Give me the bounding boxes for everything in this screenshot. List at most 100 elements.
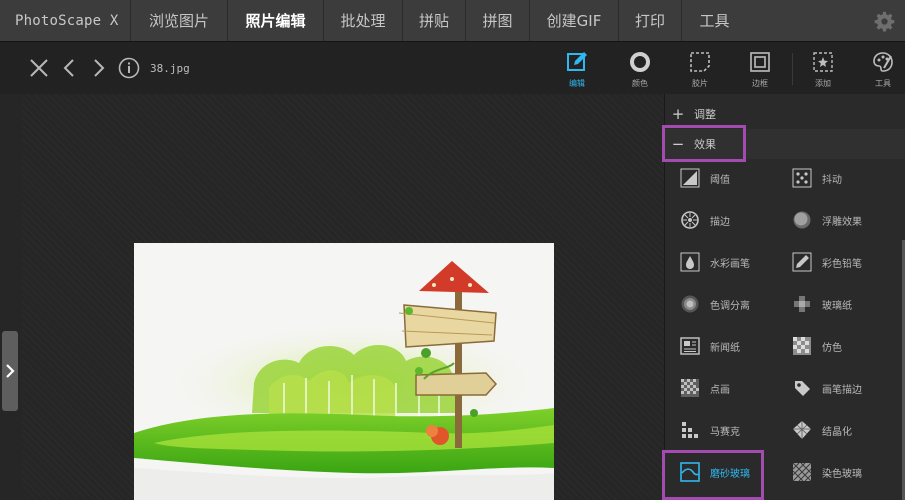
tool-frame-button[interactable]: 边框 — [735, 47, 785, 91]
tool-add-button[interactable]: 添加 — [798, 47, 848, 91]
effect-threshold[interactable]: 阈值 — [665, 161, 783, 195]
close-button[interactable] — [24, 56, 54, 80]
tool-tools-button[interactable]: 工具 — [858, 47, 905, 91]
tab-label: 拼贴 — [418, 12, 449, 30]
effect-label: 结晶化 — [822, 426, 852, 438]
left-panel-strip — [0, 94, 22, 500]
tab-label: 照片编辑 — [245, 12, 306, 30]
emboss-icon — [791, 209, 813, 231]
effect-crystallize[interactable]: 结晶化 — [777, 413, 895, 447]
effect-outline[interactable]: 描边 — [665, 203, 783, 237]
watercolor-icon — [679, 251, 701, 273]
toolbar-divider — [792, 53, 793, 85]
tab-label: 拼图 — [482, 12, 513, 30]
effect-label: 画笔描边 — [822, 384, 862, 396]
tool-label: 添加 — [815, 79, 831, 88]
section-title: 调整 — [694, 108, 716, 121]
threshold-icon — [679, 167, 701, 189]
collapse-sign: − — [671, 135, 685, 153]
tab-print[interactable]: 打印 — [618, 0, 681, 41]
expand-sign: + — [671, 105, 685, 123]
tool-color-button[interactable]: 颜色 — [615, 47, 665, 91]
tab-label: 打印 — [634, 12, 665, 30]
brush-stroke-icon — [791, 377, 813, 399]
frame-icon — [750, 52, 770, 72]
app-title: PhotoScape X — [15, 12, 119, 29]
tab-label: 工具 — [699, 12, 730, 30]
tab-tools[interactable]: 工具 — [681, 0, 747, 41]
photo-image — [134, 243, 554, 500]
effects-panel: + 调整 − 效果 阈值 抖动 描边 浮雕效果 水彩画笔 彩色铅笔 色调分离 玻… — [664, 94, 905, 500]
tab-label: 批处理 — [340, 12, 386, 30]
color-ring-icon — [630, 52, 650, 72]
chevron-right-icon — [94, 59, 105, 77]
photo-preview[interactable] — [134, 243, 554, 500]
effect-label: 浮雕效果 — [822, 216, 862, 228]
frosted-glass-icon — [679, 461, 701, 483]
section-adjust[interactable]: + 调整 — [665, 99, 905, 129]
effect-dither[interactable]: 抖动 — [777, 161, 895, 195]
nav-tabs: 浏览图片 照片编辑 批处理 拼贴 拼图 创建GIF 打印 工具 — [130, 0, 747, 41]
chevron-right-icon — [6, 364, 15, 378]
newspaper-icon — [679, 335, 701, 357]
tab-label: 创建GIF — [546, 12, 602, 30]
effect-label: 磨砂玻璃 — [710, 468, 750, 480]
stipple-icon — [679, 377, 701, 399]
next-button[interactable] — [84, 56, 114, 80]
section-title: 效果 — [694, 138, 716, 151]
tools-icon — [873, 52, 893, 72]
expand-panel-handle[interactable] — [2, 331, 18, 411]
add-icon — [813, 52, 833, 72]
effect-watercolor[interactable]: 水彩画笔 — [665, 245, 783, 279]
photoscape-window: PhotoScape X 浏览图片 照片编辑 批处理 拼贴 拼图 创建GIF 打… — [0, 0, 905, 500]
tab-label: 浏览图片 — [148, 12, 209, 30]
stained-glass-icon — [791, 461, 813, 483]
tab-browse[interactable]: 浏览图片 — [130, 0, 227, 41]
crystallize-icon — [791, 419, 813, 441]
effect-emboss[interactable]: 浮雕效果 — [777, 203, 895, 237]
tool-label: 胶片 — [692, 79, 708, 88]
tool-label: 边框 — [752, 79, 768, 88]
tab-batch[interactable]: 批处理 — [323, 0, 402, 41]
cellophane-icon — [791, 293, 813, 315]
tab-collage[interactable]: 拼贴 — [402, 0, 465, 41]
gear-icon[interactable] — [874, 11, 895, 32]
mosaic-icon — [679, 419, 701, 441]
effect-color-pencil[interactable]: 彩色铅笔 — [777, 245, 895, 279]
tool-edit-button[interactable]: 编辑 — [552, 47, 602, 91]
previous-button[interactable] — [54, 56, 84, 80]
info-icon — [118, 57, 140, 79]
effect-stipple[interactable]: 点画 — [665, 371, 783, 405]
section-effects[interactable]: − 效果 — [665, 129, 905, 159]
effect-brush-stroke[interactable]: 画笔描边 — [777, 371, 895, 405]
effect-mosaic[interactable]: 马赛克 — [665, 413, 783, 447]
tool-label: 颜色 — [632, 79, 648, 88]
tab-photo-edit[interactable]: 照片编辑 — [227, 0, 323, 41]
halftone-icon — [791, 335, 813, 357]
effect-halftone[interactable]: 仿色 — [777, 329, 895, 363]
chevron-left-icon — [63, 59, 74, 77]
effect-posterize[interactable]: 色调分离 — [665, 287, 783, 321]
tool-film-button[interactable]: 胶片 — [675, 47, 725, 91]
editor-toolbar: 38.jpg 编辑 颜色 胶片 边框 添加 工具 — [0, 43, 905, 93]
close-icon — [30, 59, 48, 77]
film-icon — [690, 52, 710, 72]
effect-label: 仿色 — [822, 342, 842, 354]
tab-create-gif[interactable]: 创建GIF — [529, 0, 618, 41]
effect-label: 彩色铅笔 — [822, 258, 862, 270]
effect-label: 染色玻璃 — [822, 468, 862, 480]
tab-combine[interactable]: 拼图 — [465, 0, 529, 41]
effect-label: 色调分离 — [710, 300, 750, 312]
effect-frosted-glass[interactable]: 磨砂玻璃 — [665, 455, 783, 489]
info-button[interactable] — [114, 56, 144, 80]
effect-label: 点画 — [710, 384, 730, 396]
file-nav: 38.jpg — [24, 56, 190, 80]
tool-label: 工具 — [875, 79, 891, 88]
effect-stained-glass[interactable]: 染色玻璃 — [777, 455, 895, 489]
effect-label: 马赛克 — [710, 426, 740, 438]
effect-cellophane[interactable]: 玻璃纸 — [777, 287, 895, 321]
tool-label: 编辑 — [569, 79, 585, 88]
effect-newspaper[interactable]: 新闻纸 — [665, 329, 783, 363]
effect-label: 阈值 — [710, 174, 730, 186]
top-nav: PhotoScape X 浏览图片 照片编辑 批处理 拼贴 拼图 创建GIF 打… — [0, 0, 905, 42]
